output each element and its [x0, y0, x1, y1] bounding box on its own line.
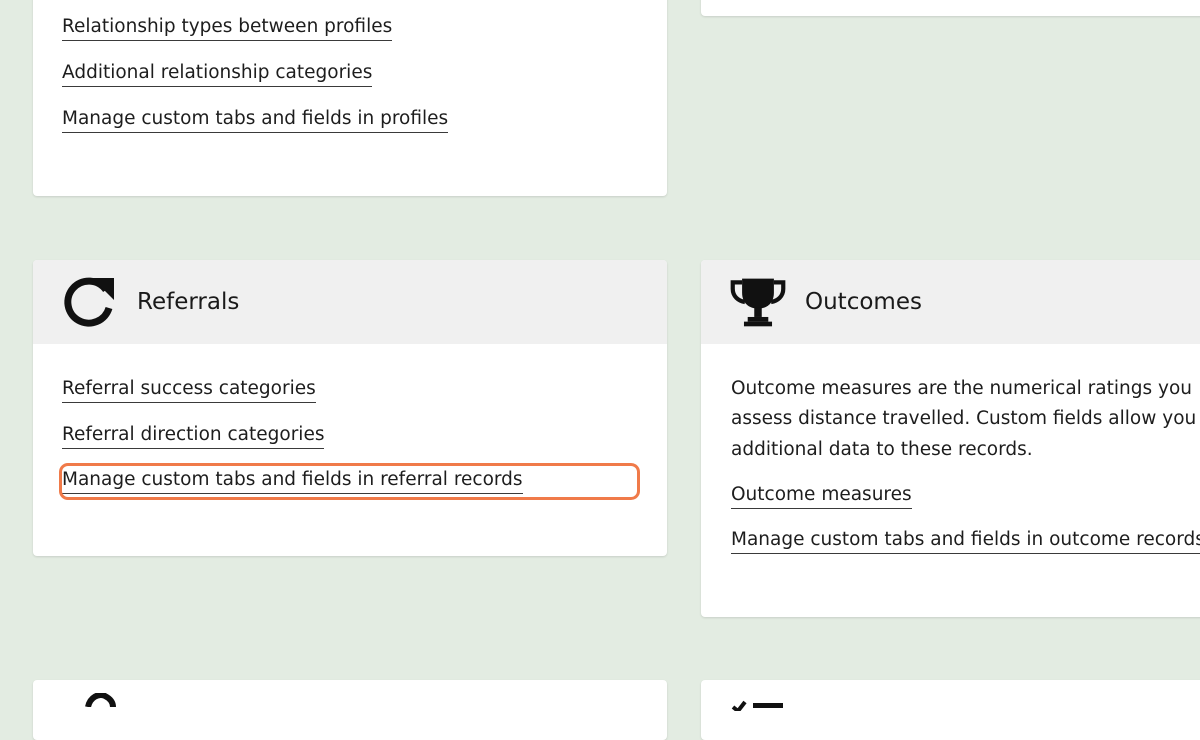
link-referral-direction-categories[interactable]: Referral direction categories	[62, 423, 325, 449]
top-right-card	[701, 0, 1200, 16]
link-outcome-measures[interactable]: Outcome measures	[731, 483, 912, 509]
referrals-card: Referrals Referral success categories Re…	[33, 260, 667, 556]
outcomes-card-header: Outcomes	[701, 260, 1200, 344]
link-additional-relationship-categories[interactable]: Additional relationship categories	[62, 61, 373, 87]
profiles-card: Relationship types between profiles Addi…	[33, 0, 667, 196]
outcomes-description-line-1: Outcome measures are the numerical ratin…	[731, 378, 1193, 399]
trophy-icon	[729, 273, 787, 331]
referrals-card-header: Referrals	[33, 260, 667, 344]
outcomes-title: Outcomes	[805, 289, 922, 315]
link-custom-tabs-profiles[interactable]: Manage custom tabs and fields in profile…	[62, 107, 449, 133]
link-referral-success-categories[interactable]: Referral success categories	[62, 377, 316, 403]
outcomes-description-line-2: assess distance travelled. Custom fields…	[731, 408, 1197, 429]
link-relationship-types[interactable]: Relationship types between profiles	[62, 15, 393, 41]
referrals-title: Referrals	[137, 289, 240, 315]
outcomes-description-line-3: additional data to these records.	[731, 439, 1033, 460]
checklist-icon	[731, 696, 787, 715]
outcomes-card: Outcomes Outcome measures are the numeri…	[701, 260, 1200, 617]
link-custom-tabs-referral-records[interactable]: Manage custom tabs and fields in referra…	[62, 468, 523, 494]
partial-icon	[85, 692, 119, 711]
link-custom-tabs-outcome-records[interactable]: Manage custom tabs and fields in outcome…	[731, 528, 1200, 554]
bottom-left-card	[33, 680, 667, 740]
refresh-arrow-icon	[61, 273, 119, 331]
bottom-right-card	[701, 680, 1200, 740]
